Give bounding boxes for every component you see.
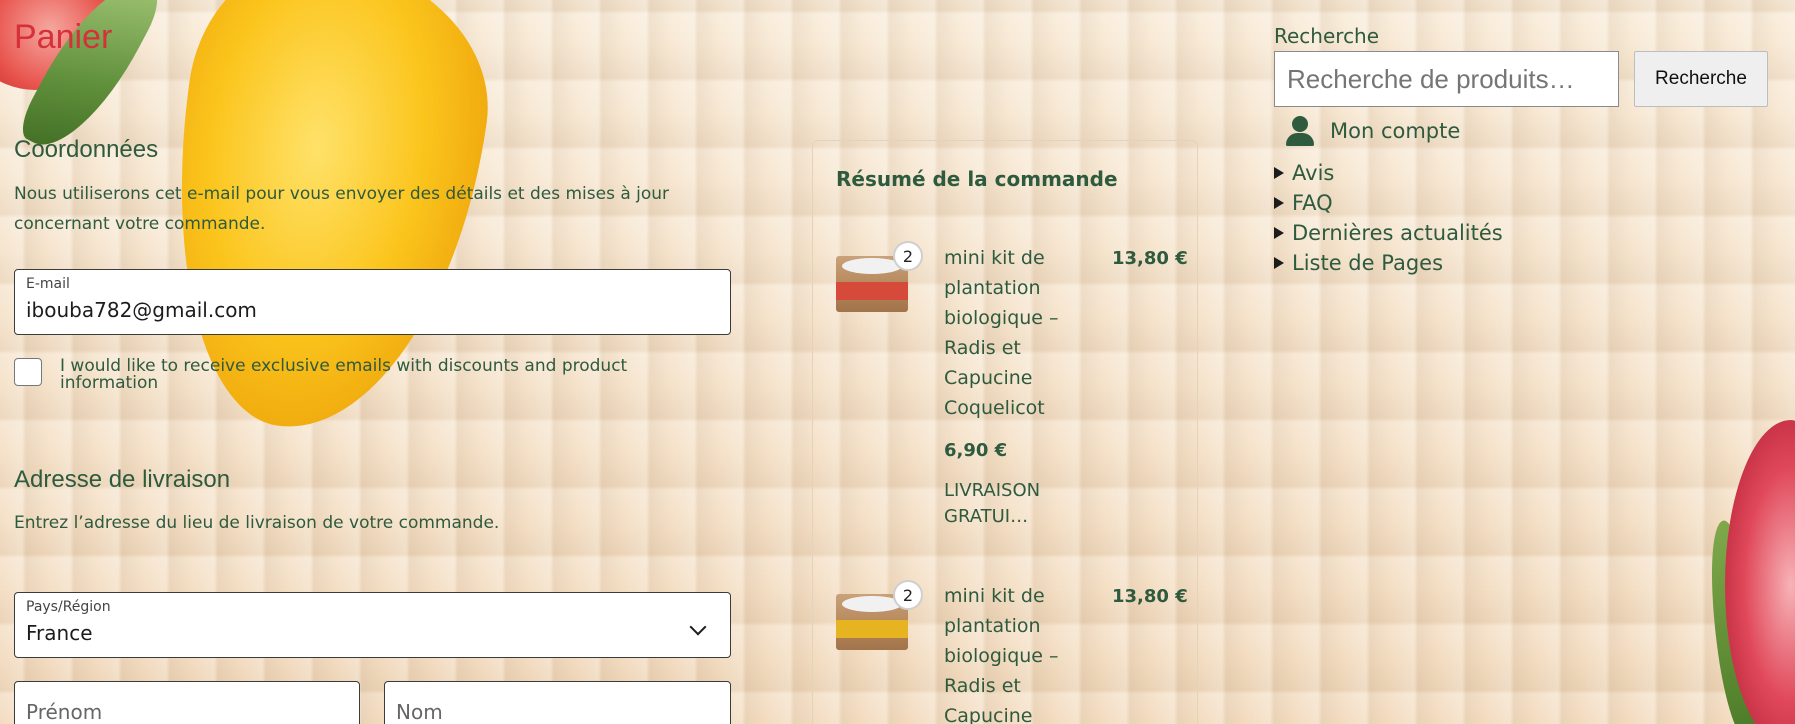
search-label: Recherche bbox=[1274, 24, 1380, 48]
nav-item-pages[interactable]: Liste de Pages bbox=[1274, 251, 1443, 275]
item-name[interactable]: mini kit de plantation biologique – Radi… bbox=[944, 243, 1064, 423]
search-button[interactable]: Recherche bbox=[1634, 51, 1768, 107]
newsletter-checkbox-label: I would like to receive exclusive emails… bbox=[60, 356, 628, 393]
order-summary-title: Résumé de la commande bbox=[836, 167, 1118, 191]
user-icon bbox=[1286, 116, 1314, 146]
search-input[interactable] bbox=[1274, 51, 1619, 107]
nav-item-label: Avis bbox=[1292, 161, 1335, 185]
product-label-band bbox=[836, 620, 908, 638]
item-name[interactable]: mini kit de plantation biologique – Radi… bbox=[944, 581, 1064, 724]
nav-item-news[interactable]: Dernières actualités bbox=[1274, 221, 1503, 245]
account-link[interactable]: Mon compte bbox=[1286, 116, 1460, 146]
country-select[interactable]: Pays/Région France bbox=[14, 592, 731, 658]
quantity-badge: 2 bbox=[893, 580, 923, 610]
quantity-badge: 2 bbox=[893, 241, 923, 271]
nav-item-label: Dernières actualités bbox=[1292, 221, 1503, 245]
nav-item-avis[interactable]: Avis bbox=[1274, 161, 1334, 185]
email-field-value: ibouba782@gmail.com bbox=[26, 298, 257, 322]
disclosure-triangle-icon bbox=[1274, 167, 1284, 179]
email-field[interactable]: E-mail ibouba782@gmail.com bbox=[14, 269, 731, 335]
account-link-label: Mon compte bbox=[1330, 119, 1461, 143]
chevron-down-icon bbox=[689, 618, 707, 636]
contact-heading: Coordonnées bbox=[14, 136, 159, 163]
item-shipping-note: LIVRAISON GRATUI… bbox=[944, 480, 1041, 527]
disclosure-triangle-icon bbox=[1274, 197, 1284, 209]
disclosure-triangle-icon bbox=[1274, 227, 1284, 239]
newsletter-checkbox[interactable] bbox=[14, 358, 42, 386]
product-label-band bbox=[836, 282, 908, 300]
country-select-value: France bbox=[26, 621, 93, 645]
item-unit-price: 6,90 € bbox=[944, 440, 1008, 461]
item-total-price: 13,80 € bbox=[1112, 248, 1188, 269]
email-field-label: E-mail bbox=[26, 276, 70, 292]
nav-item-label: Liste de Pages bbox=[1292, 251, 1444, 275]
lastname-field[interactable]: Nom bbox=[384, 681, 731, 724]
tulip-decoration-red-right bbox=[1725, 420, 1795, 724]
firstname-placeholder: Prénom bbox=[26, 700, 103, 724]
disclosure-triangle-icon bbox=[1274, 257, 1284, 269]
contact-description: Nous utiliserons cet e-mail pour vous en… bbox=[14, 184, 670, 234]
shipping-description: Entrez l’adresse du lieu de livraison de… bbox=[14, 513, 500, 533]
leaf-decoration-right bbox=[1699, 518, 1771, 724]
firstname-field[interactable]: Prénom bbox=[14, 681, 360, 724]
shipping-heading: Adresse de livraison bbox=[14, 466, 231, 493]
nav-item-faq[interactable]: FAQ bbox=[1274, 191, 1333, 215]
page-title: Panier bbox=[14, 18, 113, 56]
lastname-placeholder: Nom bbox=[396, 700, 443, 724]
nav-item-label: FAQ bbox=[1292, 191, 1333, 215]
item-total-price: 13,80 € bbox=[1112, 586, 1188, 607]
country-select-label: Pays/Région bbox=[26, 599, 111, 615]
